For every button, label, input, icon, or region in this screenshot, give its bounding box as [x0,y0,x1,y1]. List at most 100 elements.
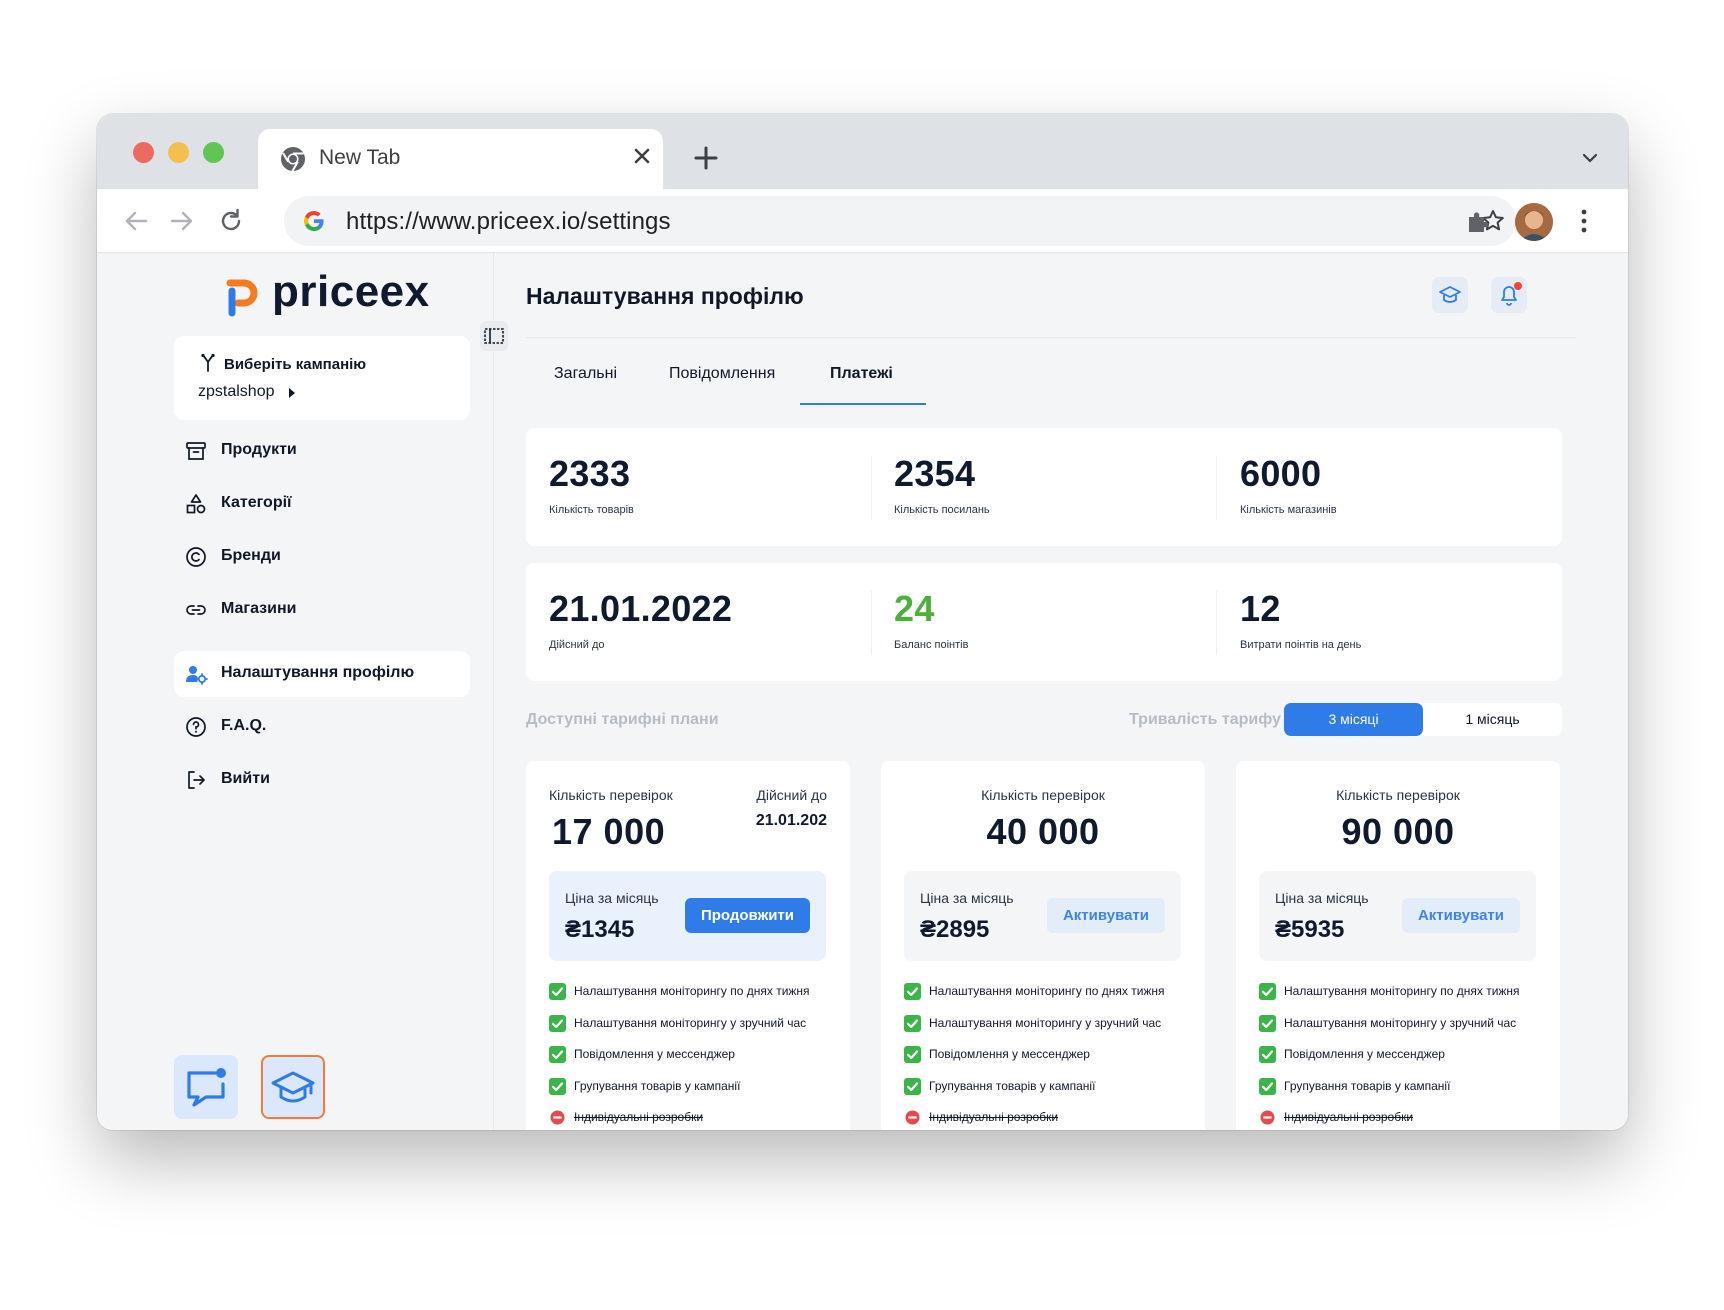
tab-general[interactable]: Загальні [554,365,617,383]
feature-text: Повідомлення у мессенджер [574,1047,735,1061]
profile-avatar[interactable] [1515,203,1553,241]
caret-right-icon [289,388,295,398]
sidebar-item-faq[interactable]: F.A.Q. [174,704,470,750]
plan-checks-label: Кількість перевірок [1336,787,1460,803]
sidebar-item-label: Вийти [221,770,270,787]
stat-points-balance: 24 Баланс поінтів [894,588,969,652]
extensions-puzzle-icon[interactable] [1464,208,1492,236]
duration-label: Тривалість тарифу [1129,711,1281,728]
academy-button[interactable] [261,1055,325,1119]
stat-label: Кількість посилань [894,504,990,516]
feature-text: Індивідуальні розробки [929,1110,1059,1124]
plan-checks-value: 90 000 [1341,811,1455,852]
plan-card-current: Кількість перевірок 17 000 Дійсний до 21… [526,761,850,1130]
close-tab-icon[interactable] [630,144,654,168]
campaign-selector[interactable]: Виберіть кампанію zpstalshop [174,336,470,420]
sidebar-item-label: Налаштування профілю [221,664,415,681]
stat-divider [871,456,872,520]
duration-option-3-months[interactable]: 3 місяці [1284,703,1423,736]
checkmark-icon [549,983,566,1000]
stat-divider [871,591,872,655]
plan-checks-label: Кількість перевірок [981,787,1105,803]
browser-tab[interactable]: New Tab [258,129,663,189]
feature-text: Налаштування моніторингу по днях тижня [574,984,810,998]
address-bar[interactable]: https://www.priceex.io/settings [284,196,1516,246]
plan-checks-value: 40 000 [986,811,1100,852]
sidebar-item-stores[interactable]: Магазини [174,587,470,633]
checkmark-icon [1259,983,1276,1000]
sidebar-item-categories[interactable]: Категорії [174,481,470,527]
feature-text: Групування товарів у кампанії [929,1078,1096,1093]
academy-header-button[interactable] [1432,277,1468,313]
price-box: Ціна за місяць ₴1345 Продовжити [549,871,826,961]
subscription-card: 21.01.2022 Дійсний до 24 Баланс поінтів … [526,563,1562,681]
new-tab-icon[interactable] [692,144,720,172]
campaign-label: Виберіть кампанію [224,356,367,373]
stat-value: 2333 [549,453,631,494]
tab-payments[interactable]: Платежі [830,365,893,383]
maximize-window-button[interactable] [203,142,224,163]
stat-value: 24 [894,588,935,629]
duration-option-1-month[interactable]: 1 місяць [1423,703,1562,736]
sidebar-item-products[interactable]: Продукти [174,428,470,474]
campaign-value: zpstalshop [198,383,275,400]
stat-value: 21.01.2022 [549,588,733,629]
feature-text: Налаштування моніторингу по днях тижня [929,984,1165,998]
feature-text: Налаштування моніторингу у зручний час [574,1015,807,1030]
stat-divider [1216,456,1217,520]
graduation-cap-icon [1439,286,1461,303]
sidebar-item-label: Категорії [221,494,292,511]
minimize-window-button[interactable] [168,142,189,163]
activate-button[interactable]: Активувати [1046,898,1165,933]
activate-button[interactable]: Активувати [1401,898,1520,933]
checkmark-icon [1259,1014,1276,1032]
browser-window: New Tab https://www.priceex.io/settings … [97,114,1628,1130]
back-arrow-icon[interactable] [122,207,150,235]
sidebar-item-brands[interactable]: Бренди [174,534,470,580]
extend-button[interactable]: Продовжити [684,898,810,933]
chat-icon [187,1068,226,1107]
stat-label: Баланс поінтів [894,639,969,651]
sidebar-item-label: Магазини [221,600,297,617]
chat-button[interactable] [174,1055,238,1119]
stat-label: Витрати поінтів на день [1240,639,1362,651]
checkmark-icon [549,1046,566,1063]
price-value: ₴2895 [920,916,990,943]
graduation-cap-icon [271,1071,315,1103]
close-window-button[interactable] [133,142,154,163]
plan-card: Кількість перевірок 40 000 Ціна за місяц… [881,761,1205,1130]
sidebar-item-label: Продукти [221,441,297,458]
stat-points-per-day: 12 Витрати поінтів на день [1240,589,1362,652]
feature-text: Групування товарів у кампанії [1284,1078,1451,1093]
no-entry-icon [904,1109,921,1126]
reload-icon[interactable] [217,207,245,235]
kebab-menu-icon[interactable] [1578,207,1590,235]
active-tab-indicator [800,403,926,405]
notifications-button[interactable] [1491,277,1527,313]
feature-text: Налаштування моніторингу у зручний час [929,1015,1162,1030]
browser-titlebar: New Tab [97,114,1628,189]
page-title: Налаштування профілю [526,283,804,309]
feature-text: Повідомлення у мессенджер [929,1047,1090,1061]
price-value: ₴1345 [565,916,635,943]
user-settings-icon [186,666,208,685]
sidebar-item-profile-settings[interactable]: Налаштування профілю [174,651,470,697]
forward-arrow-icon[interactable] [168,207,196,235]
shapes-icon [186,494,206,514]
stat-label: Кількість магазинів [1240,504,1337,516]
main-content: Налаштування профілю Загальні Повідомлен… [494,253,1628,1130]
price-box: Ціна за місяць ₴2895 Активувати [904,871,1181,961]
stat-stores: 6000 Кількість магазинів [1240,453,1337,517]
link-icon [186,605,206,615]
feature-text: Індивідуальні розробки [574,1110,704,1124]
header-divider [526,337,1576,338]
feature-text: Групування товарів у кампанії [574,1078,741,1093]
sidebar-item-logout[interactable]: Вийти [174,757,470,803]
stat-value: 6000 [1240,453,1322,494]
checkmark-icon [549,1077,566,1095]
checkmark-icon [549,1014,566,1032]
tab-title: New Tab [319,146,401,169]
tab-notifications[interactable]: Повідомлення [669,365,775,383]
chevron-down-icon[interactable] [1580,148,1600,168]
chrome-icon [281,147,305,172]
